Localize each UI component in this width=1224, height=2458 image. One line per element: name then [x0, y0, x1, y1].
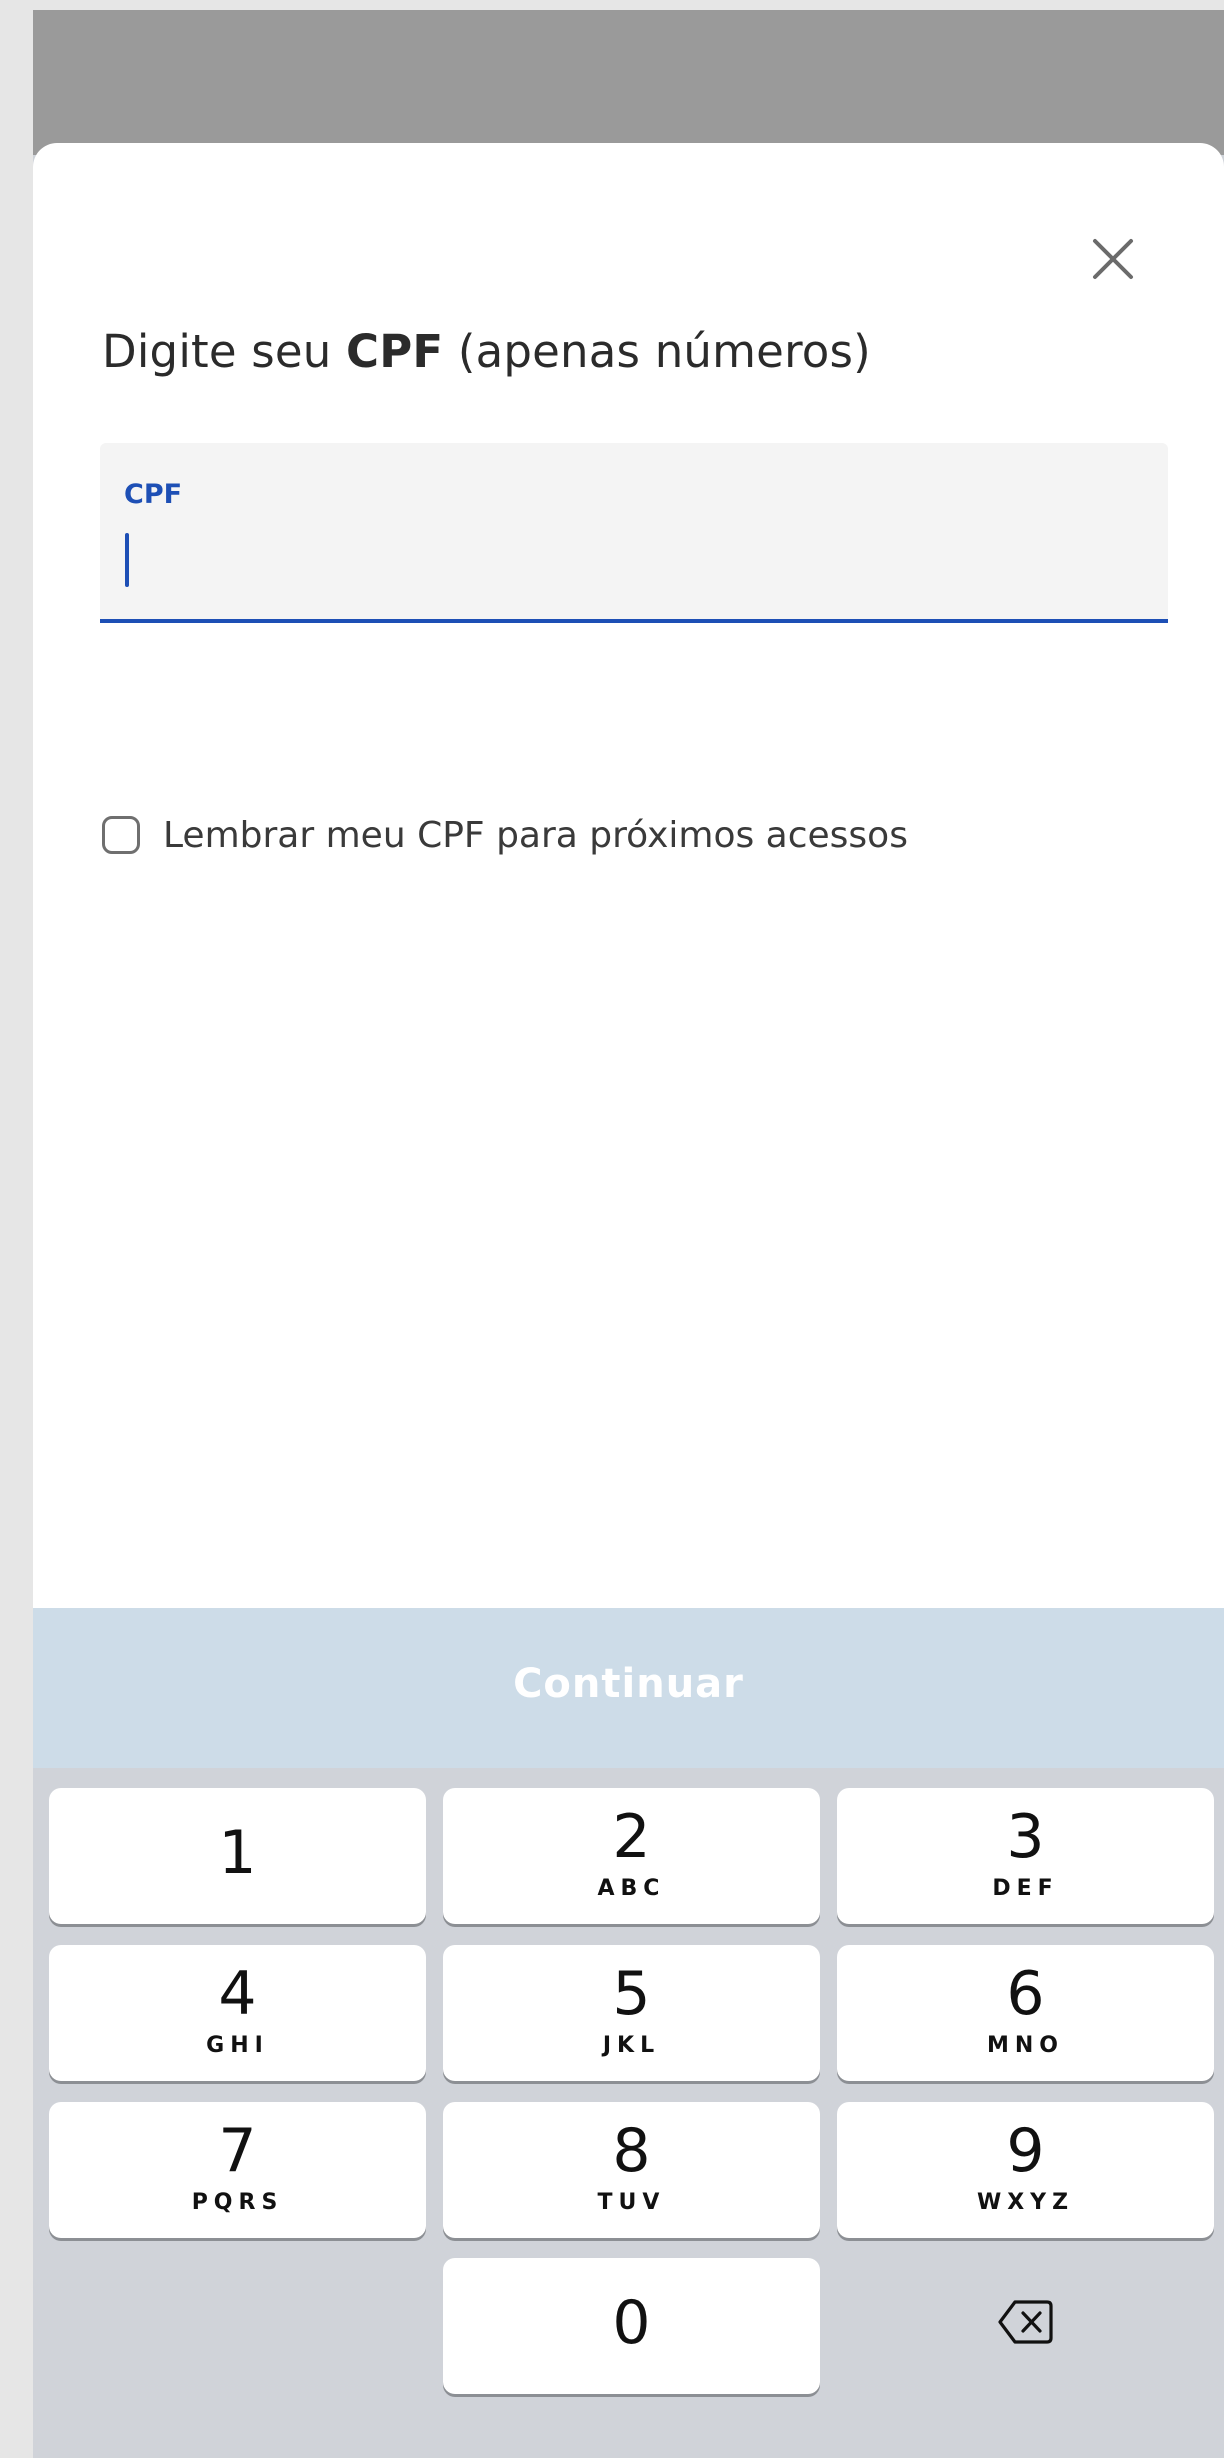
key-letters: MNO — [986, 2033, 1064, 2058]
page-title: Digite seu CPF (apenas números) — [102, 325, 871, 378]
remember-cpf-label[interactable]: Lembrar meu CPF para próximos acessos — [163, 815, 908, 856]
key-8[interactable]: 8 TUV — [443, 2102, 820, 2238]
key-digit: 4 — [218, 1959, 257, 2029]
key-4[interactable]: 4 GHI — [49, 1945, 426, 2081]
prompt-cpf: CPF — [346, 325, 444, 378]
remember-cpf-checkbox[interactable] — [102, 816, 140, 854]
prompt-suffix: (apenas números) — [443, 325, 871, 378]
cpf-input[interactable] — [120, 525, 1120, 585]
key-3[interactable]: 3 DEF — [837, 1788, 1214, 1924]
key-letters: JKL — [602, 2033, 661, 2058]
numeric-keypad: 1 2 ABC 3 DEF 4 GHI 5 JKL 6 MNO 7 PQRS 8… — [33, 1768, 1224, 2458]
close-button[interactable] — [1085, 231, 1141, 287]
cpf-field[interactable]: CPF — [100, 443, 1168, 623]
key-digit: 0 — [612, 2288, 651, 2358]
key-digit: 1 — [218, 1818, 257, 1888]
key-0[interactable]: 0 — [443, 2258, 820, 2394]
key-letters: GHI — [206, 2033, 269, 2058]
close-icon — [1093, 239, 1133, 279]
prompt-prefix: Digite seu — [102, 325, 347, 378]
key-9[interactable]: 9 WXYZ — [837, 2102, 1214, 2238]
key-digit: 9 — [1006, 2116, 1045, 2186]
key-6[interactable]: 6 MNO — [837, 1945, 1214, 2081]
app-screen: Digite seu CPF (apenas números) CPF Lemb… — [33, 10, 1224, 2458]
backspace-key[interactable] — [837, 2258, 1214, 2394]
key-digit: 8 — [612, 2116, 651, 2186]
key-digit: 7 — [218, 2116, 257, 2186]
key-letters: ABC — [597, 1876, 666, 1901]
key-digit: 6 — [1006, 1959, 1045, 2029]
modal-backdrop[interactable] — [33, 10, 1224, 155]
key-letters: TUV — [597, 2190, 666, 2215]
text-caret — [125, 533, 129, 587]
key-5[interactable]: 5 JKL — [443, 1945, 820, 2081]
key-letters: DEF — [992, 1876, 1059, 1901]
continue-button-label: Continuar — [513, 1661, 744, 1707]
key-1[interactable]: 1 — [49, 1788, 426, 1924]
key-digit: 3 — [1006, 1802, 1045, 1872]
cpf-modal-sheet: Digite seu CPF (apenas números) CPF Lemb… — [33, 143, 1224, 1608]
remember-cpf-checkbox-row[interactable]: Lembrar meu CPF para próximos acessos — [102, 810, 908, 860]
continue-button[interactable]: Continuar — [33, 1608, 1224, 1768]
cpf-field-label: CPF — [124, 479, 183, 510]
key-2[interactable]: 2 ABC — [443, 1788, 820, 1924]
key-7[interactable]: 7 PQRS — [49, 2102, 426, 2238]
backspace-icon — [998, 2300, 1053, 2344]
key-letters: PQRS — [191, 2190, 284, 2215]
key-digit: 2 — [612, 1802, 651, 1872]
key-letters: WXYZ — [976, 2190, 1075, 2215]
key-digit: 5 — [612, 1959, 651, 2029]
